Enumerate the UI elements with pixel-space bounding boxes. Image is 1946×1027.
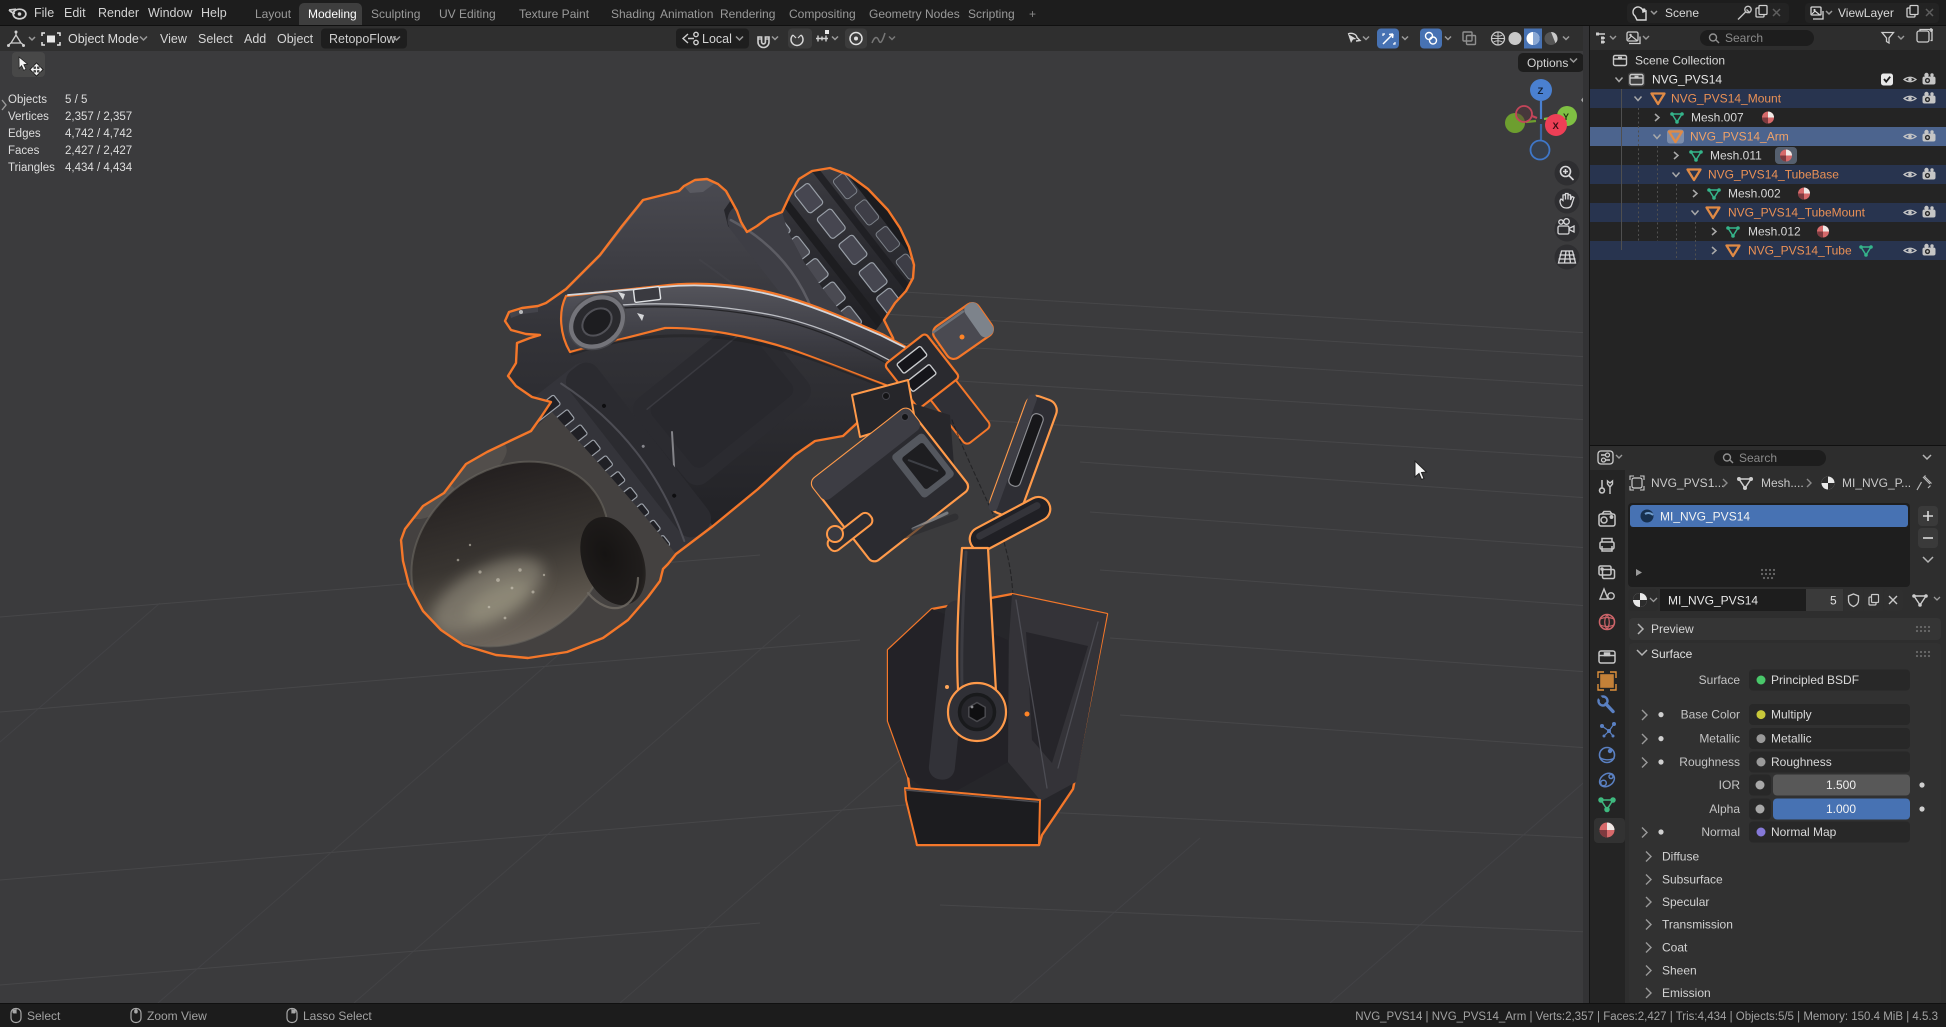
svg-text:Object: Object <box>277 32 314 46</box>
svg-text:NVG_PVS14_TubeBase: NVG_PVS14_TubeBase <box>1708 168 1839 182</box>
svg-text:Add: Add <box>244 32 266 46</box>
svg-text:Options: Options <box>1527 56 1568 70</box>
svg-text:NVG_PVS14_TubeMount: NVG_PVS14_TubeMount <box>1728 206 1866 220</box>
svg-text:Select: Select <box>198 32 233 46</box>
svg-text:Local: Local <box>702 32 732 46</box>
svg-text:Base Color: Base Color <box>1681 708 1740 722</box>
svg-text:Mesh.002: Mesh.002 <box>1728 187 1781 201</box>
svg-text:Z: Z <box>1538 86 1544 97</box>
svg-text:Metallic: Metallic <box>1771 732 1812 746</box>
svg-text:Mesh.012: Mesh.012 <box>1748 225 1801 239</box>
svg-text:Scene: Scene <box>1665 6 1699 20</box>
svg-text:Lasso Select: Lasso Select <box>303 1009 372 1023</box>
svg-text:IOR: IOR <box>1719 778 1741 792</box>
svg-text:Principled BSDF: Principled BSDF <box>1771 673 1859 687</box>
svg-text:Surface: Surface <box>1699 673 1741 687</box>
svg-text:Search: Search <box>1725 31 1763 45</box>
svg-text:Sheen: Sheen <box>1662 964 1697 978</box>
svg-text:Diffuse: Diffuse <box>1662 850 1699 864</box>
svg-text:Specular: Specular <box>1662 895 1709 909</box>
svg-text:Faces: Faces <box>8 145 40 157</box>
svg-text:Edges: Edges <box>8 128 41 140</box>
svg-text:NVG_PVS14_Arm: NVG_PVS14_Arm <box>1690 130 1789 144</box>
svg-text:Subsurface: Subsurface <box>1662 873 1723 887</box>
svg-text:NVG_PVS14 | NVG_PVS14_Arm | Ve: NVG_PVS14 | NVG_PVS14_Arm | Verts:2,357 … <box>1355 1011 1938 1023</box>
svg-text:NVG_PVS14_Mount: NVG_PVS14_Mount <box>1671 92 1782 106</box>
svg-text:NVG_PVS1...: NVG_PVS1... <box>1651 476 1724 490</box>
svg-text:Scene Collection: Scene Collection <box>1635 54 1725 68</box>
svg-text:Vertices: Vertices <box>8 111 49 123</box>
svg-text:Mesh.007: Mesh.007 <box>1691 111 1744 125</box>
svg-text:2,357 / 2,357: 2,357 / 2,357 <box>65 111 132 123</box>
svg-text:Surface: Surface <box>1651 647 1693 661</box>
svg-text:Multiply: Multiply <box>1771 708 1812 722</box>
svg-text:X: X <box>1553 121 1560 132</box>
svg-text:View: View <box>160 32 188 46</box>
svg-text:5: 5 <box>1830 594 1837 608</box>
svg-text:Alpha: Alpha <box>1709 802 1740 816</box>
svg-text:Zoom View: Zoom View <box>147 1009 207 1023</box>
svg-text:Normal Map: Normal Map <box>1771 825 1837 839</box>
svg-text:Triangles: Triangles <box>8 162 55 174</box>
svg-text:RetopoFlow: RetopoFlow <box>329 32 397 46</box>
svg-text:Emission: Emission <box>1662 986 1711 1000</box>
svg-text:Normal: Normal <box>1701 825 1740 839</box>
svg-text:Preview: Preview <box>1651 622 1694 636</box>
svg-text:MI_NVG_PVS14: MI_NVG_PVS14 <box>1668 594 1758 608</box>
svg-text:Transmission: Transmission <box>1662 918 1733 932</box>
svg-text:ViewLayer: ViewLayer <box>1838 6 1894 20</box>
svg-text:MI_NVG_P...: MI_NVG_P... <box>1842 476 1911 490</box>
svg-text:1.500: 1.500 <box>1826 778 1856 792</box>
svg-text:Search: Search <box>1739 451 1777 465</box>
svg-text:NVG_PVS14: NVG_PVS14 <box>1652 73 1722 87</box>
svg-text:5 / 5: 5 / 5 <box>65 94 87 106</box>
svg-text:MI_NVG_PVS14: MI_NVG_PVS14 <box>1660 510 1750 524</box>
svg-text:Roughness: Roughness <box>1771 755 1832 769</box>
svg-text:Metallic: Metallic <box>1699 732 1740 746</box>
svg-text:Roughness: Roughness <box>1679 755 1740 769</box>
svg-text:Mesh.011: Mesh.011 <box>1710 149 1762 163</box>
svg-text:4,742 / 4,742: 4,742 / 4,742 <box>65 128 132 140</box>
svg-text:4,434 / 4,434: 4,434 / 4,434 <box>65 162 133 174</box>
svg-text:Mesh....: Mesh.... <box>1761 476 1804 490</box>
svg-text:Objects: Objects <box>8 94 47 106</box>
svg-text:1.000: 1.000 <box>1826 802 1856 816</box>
svg-text:Coat: Coat <box>1662 941 1688 955</box>
svg-text:Object Mode: Object Mode <box>68 32 139 46</box>
svg-text:NVG_PVS14_Tube: NVG_PVS14_Tube <box>1748 244 1852 258</box>
svg-text:Select: Select <box>27 1009 61 1023</box>
svg-text:2,427 / 2,427: 2,427 / 2,427 <box>65 145 132 157</box>
